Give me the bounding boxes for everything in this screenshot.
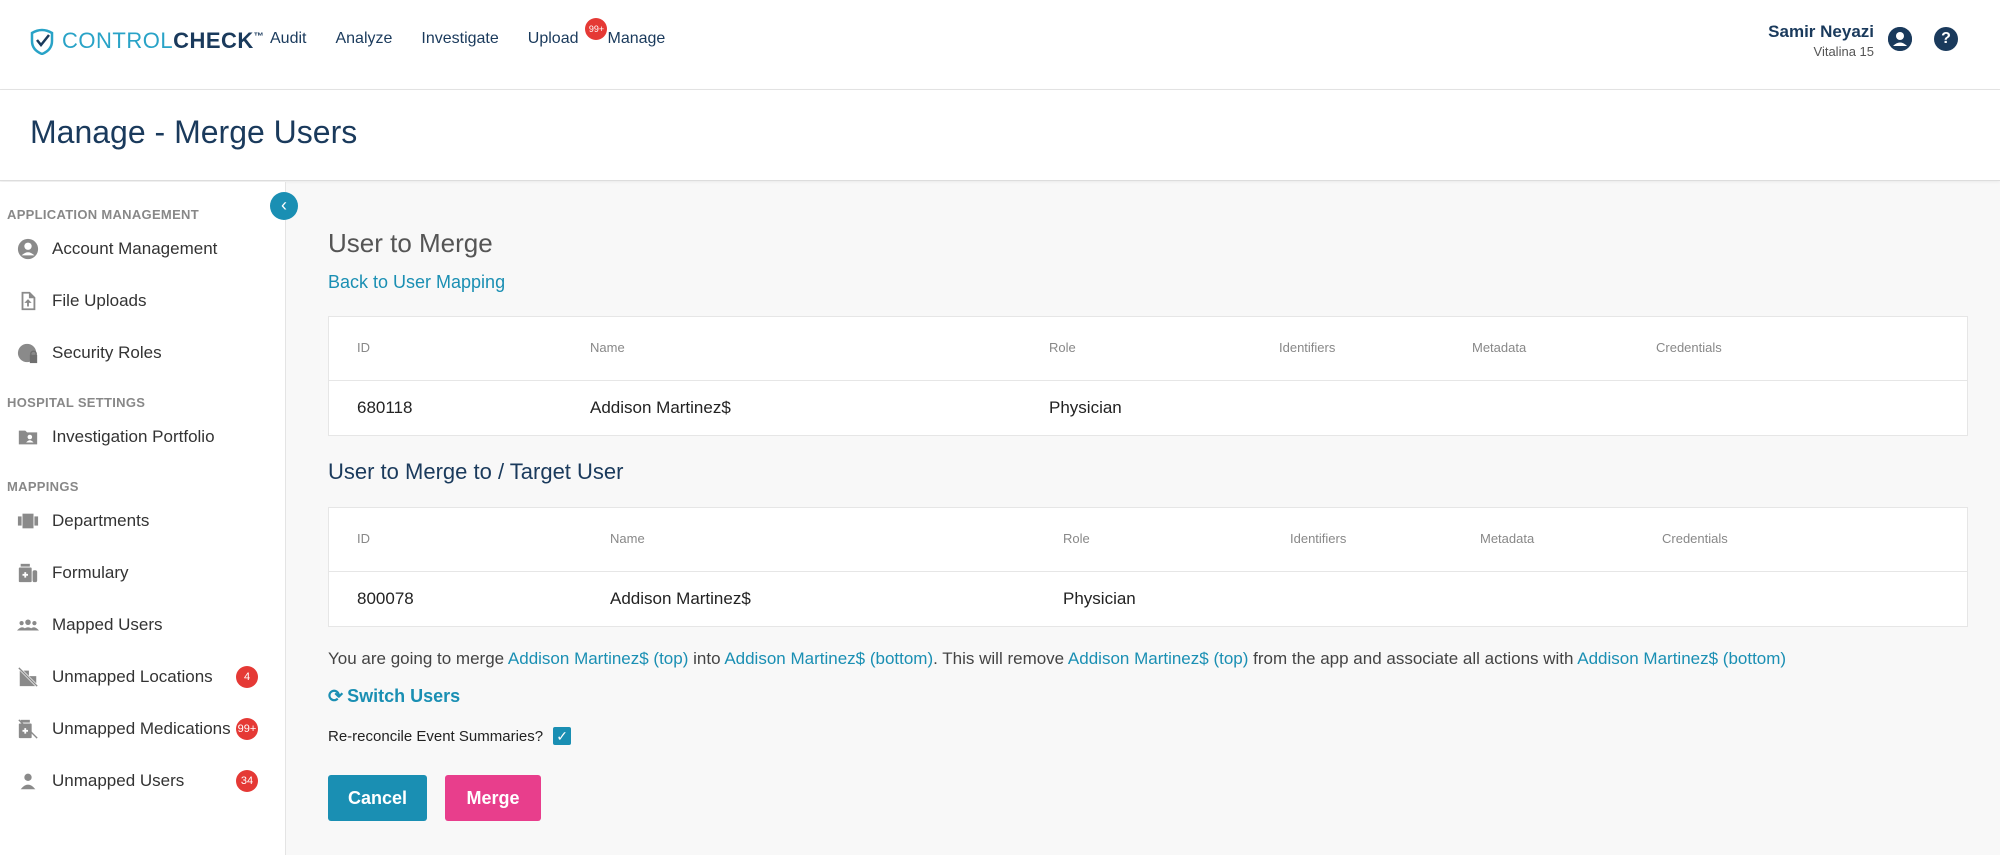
target-user-name: Addison Martinez$ (610, 589, 751, 608)
user-name: Samir Neyazi (1768, 22, 1874, 41)
main-nav: Audit Analyze Investigate Upload 99+ Mana… (270, 18, 694, 48)
sidebar-item-label: Departments (52, 511, 150, 530)
app-logo[interactable]: CONTROLCHECK™ (28, 26, 264, 56)
departments-icon (16, 509, 40, 533)
cancel-button[interactable]: Cancel (328, 775, 427, 821)
top-navbar: CONTROLCHECK™ Audit Analyze Investigate … (0, 0, 2000, 90)
logo-text: CONTROLCHECK™ (62, 28, 265, 53)
security-globe-icon (16, 341, 40, 365)
column-header-identifiers: Identifiers (1290, 531, 1347, 546)
sidebar-item-label: Mapped Users (52, 615, 163, 634)
sidebar-item-mapped-users[interactable]: Mapped Users (16, 609, 266, 641)
table-divider (329, 380, 1967, 381)
sidebar-section-hospital-settings: HOSPITAL SETTINGS (7, 395, 146, 410)
sidebar: APPLICATION MANAGEMENT Account Managemen… (0, 182, 286, 855)
sidebar-item-label: Formulary (52, 563, 129, 582)
target-user-link[interactable]: Addison Martinez$ (bottom) (724, 649, 933, 668)
nav-upload-label: Upload (527, 30, 579, 47)
person-icon (16, 769, 40, 793)
source-user-id: 680118 (357, 398, 413, 417)
column-header-credentials: Credentials (1656, 340, 1722, 355)
page-header: Manage - Merge Users (0, 90, 2000, 181)
upload-count-badge: 99+ (585, 18, 608, 40)
switch-users-button[interactable]: ⟳ Switch Users (328, 686, 460, 707)
column-header-role: Role (1063, 531, 1090, 546)
column-header-metadata: Metadata (1480, 531, 1535, 546)
merge-text-part: You are going to merge (328, 649, 508, 668)
file-upload-icon (16, 289, 40, 313)
sidebar-item-departments[interactable]: Departments (16, 505, 266, 537)
sidebar-item-account-management[interactable]: Account Management (16, 233, 266, 265)
target-user-role: Physician (1063, 589, 1136, 608)
source-user-table: ID Name Role Identifiers Metadata Creden… (328, 316, 1968, 436)
sidebar-collapse-chevron-left-icon[interactable]: ‹ (270, 192, 298, 220)
column-header-role: Role (1049, 340, 1076, 355)
sidebar-item-security-roles[interactable]: Security Roles (16, 337, 266, 369)
target-user-link[interactable]: Addison Martinez$ (bottom) (1577, 649, 1786, 668)
back-to-user-mapping-link[interactable]: Back to User Mapping (328, 272, 505, 293)
sidebar-item-label: Unmapped Locations (52, 667, 213, 686)
refresh-icon: ⟳ (328, 686, 344, 706)
source-user-role: Physician (1049, 398, 1122, 417)
sidebar-section-mappings: MAPPINGS (7, 479, 79, 494)
merge-text-part: into (688, 649, 725, 668)
merge-description: You are going to merge Addison Martinez$… (328, 649, 1786, 669)
source-user-name: Addison Martinez$ (590, 398, 731, 417)
rereconcile-row: Re-reconcile Event Summaries? ✓ (328, 727, 572, 745)
logo-shield-icon (30, 28, 54, 55)
column-header-id: ID (357, 531, 370, 546)
medication-off-icon (16, 717, 40, 741)
nav-upload[interactable]: Upload 99+ (527, 18, 608, 48)
unmapped-medications-badge: 99+ (236, 718, 258, 740)
sidebar-item-label: Account Management (52, 239, 218, 258)
user-subtitle: Vitalina 15 (1813, 44, 1874, 59)
column-header-name: Name (590, 340, 625, 355)
target-user-table: ID Name Role Identifiers Metadata Creden… (328, 507, 1968, 627)
formulary-icon (16, 561, 40, 585)
rereconcile-label: Re-reconcile Event Summaries? (328, 727, 544, 745)
sidebar-item-label: Security Roles (52, 343, 162, 362)
users-group-icon (16, 613, 40, 637)
unmapped-locations-badge: 4 (236, 666, 258, 688)
table-divider (329, 571, 1967, 572)
switch-users-label: Switch Users (347, 686, 461, 706)
sidebar-item-unmapped-users[interactable]: Unmapped Users 34 (16, 765, 266, 797)
sidebar-item-formulary[interactable]: Formulary (16, 557, 266, 589)
sidebar-item-label: Unmapped Medications (52, 719, 231, 738)
section-title-target-user: User to Merge to / Target User (328, 459, 624, 484)
nav-audit[interactable]: Audit (270, 30, 306, 48)
sidebar-item-label: Investigation Portfolio (52, 427, 215, 446)
sidebar-item-label: Unmapped Users (52, 771, 185, 790)
sidebar-section-application-management: APPLICATION MANAGEMENT (7, 207, 199, 222)
help-icon[interactable]: ? (1934, 27, 1958, 51)
nav-investigate[interactable]: Investigate (421, 30, 498, 48)
sidebar-item-label: File Uploads (52, 291, 147, 310)
column-header-identifiers: Identifiers (1279, 340, 1336, 355)
nav-manage[interactable]: Manage (607, 30, 665, 48)
merge-text-part: . This will remove (933, 649, 1068, 668)
source-user-link[interactable]: Addison Martinez$ (top) (1068, 649, 1248, 668)
sidebar-item-investigation-portfolio[interactable]: Investigation Portfolio (16, 421, 266, 453)
user-info: Samir Neyazi Vitalina 15 (1768, 22, 1874, 59)
column-header-id: ID (357, 340, 370, 355)
nav-analyze[interactable]: Analyze (335, 30, 392, 48)
merge-button[interactable]: Merge (445, 775, 541, 821)
page-title: Manage - Merge Users (30, 114, 358, 150)
unmapped-users-badge: 34 (236, 770, 258, 792)
sidebar-item-unmapped-medications[interactable]: Unmapped Medications 99+ (16, 713, 266, 745)
folder-user-icon (16, 425, 40, 449)
section-title-user-to-merge: User to Merge (328, 228, 493, 258)
account-circle-icon (16, 237, 40, 261)
target-user-id: 800078 (357, 589, 414, 608)
profile-icon[interactable] (1888, 27, 1912, 51)
sidebar-item-file-uploads[interactable]: File Uploads (16, 285, 266, 317)
rereconcile-checkbox[interactable]: ✓ (553, 727, 572, 745)
merge-text-part: from the app and associate all actions w… (1248, 649, 1578, 668)
column-header-credentials: Credentials (1662, 531, 1728, 546)
column-header-name: Name (610, 531, 645, 546)
column-header-metadata: Metadata (1472, 340, 1527, 355)
source-user-link[interactable]: Addison Martinez$ (top) (508, 649, 688, 668)
sidebar-item-unmapped-locations[interactable]: Unmapped Locations 4 (16, 661, 266, 693)
location-off-icon (16, 665, 40, 689)
